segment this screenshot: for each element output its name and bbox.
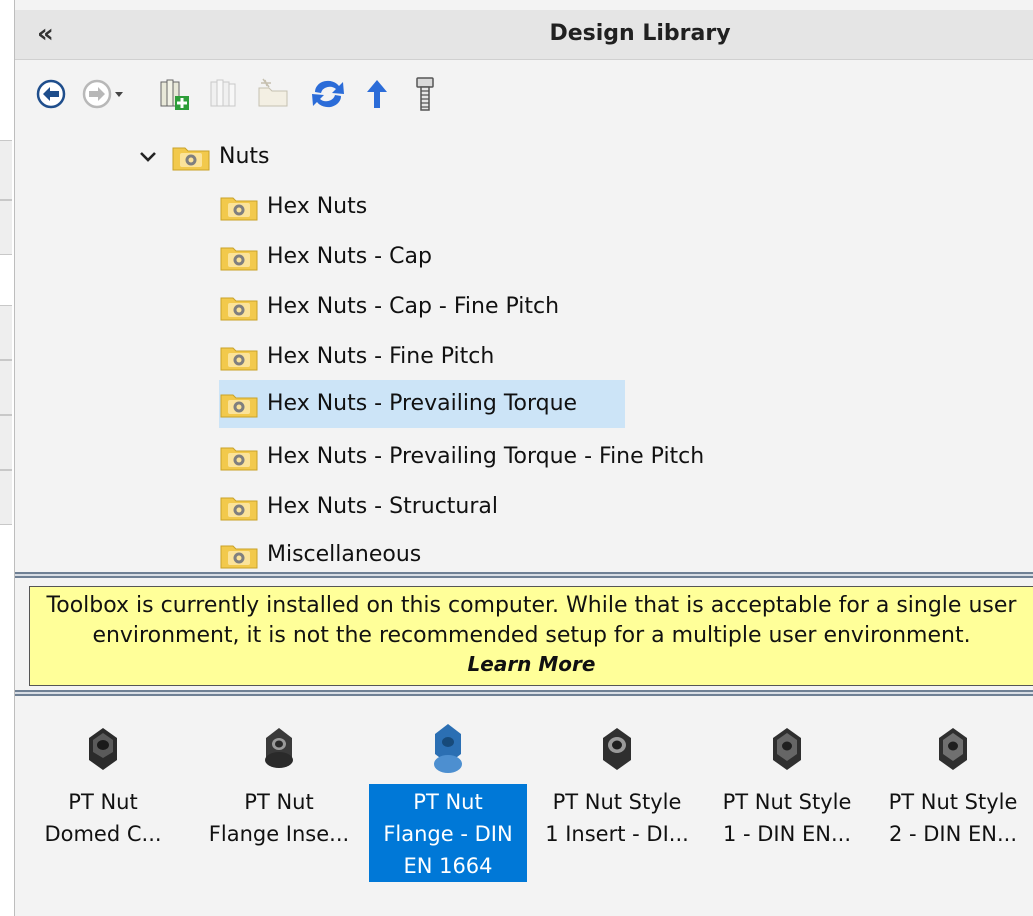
left-strip-segment	[0, 200, 12, 255]
gallery-item-pt-nut-style-1-din[interactable]: PT Nut Style 1 - DIN EN...	[707, 720, 867, 900]
gallery-splitter[interactable]	[15, 690, 1033, 696]
tree-splitter[interactable]	[15, 572, 1033, 578]
tree-item-miscellaneous[interactable]: Miscellaneous	[219, 536, 421, 570]
library-folder-icon	[220, 197, 258, 221]
toolbox-bolt-icon	[416, 77, 434, 111]
library-folder-icon	[220, 447, 258, 471]
library-folder-icon	[220, 394, 258, 418]
library-toolbar	[15, 68, 1033, 120]
library-folder-icon	[220, 545, 258, 569]
warning-text-line-2: environment, it is not the recommended s…	[92, 623, 971, 648]
expand-nuts-toggle[interactable]	[133, 142, 163, 172]
design-library-panel: « Design Library Nuts Hex Nuts Hex Nuts …	[14, 0, 1033, 916]
tree-item-hex-nuts-prevailing-torque[interactable]: Hex Nuts - Prevailing Torque	[219, 380, 625, 428]
tree-item-label: Hex Nuts	[267, 194, 368, 219]
gallery-item-caption: PT Nut Style 1 - DIN EN...	[722, 790, 852, 846]
new-folder-button[interactable]	[255, 74, 291, 114]
tree-item-hex-nuts-fine-pitch[interactable]: Hex Nuts - Fine Pitch	[219, 338, 494, 376]
library-folder-icon	[220, 247, 258, 271]
tree-item-label: Hex Nuts - Prevailing Torque - Fine Pitc…	[267, 444, 705, 469]
gallery-item-pt-nut-domed-cap[interactable]: PT Nut Domed C...	[23, 720, 183, 900]
hex-nut-thumbnail-icon	[265, 728, 293, 768]
up-folder-icon	[367, 80, 387, 108]
left-edge-strip	[0, 0, 12, 916]
left-strip-segment	[0, 305, 12, 360]
hex-nut-thumbnail-icon	[434, 724, 462, 773]
tree-item-label: Hex Nuts - Cap	[267, 244, 432, 269]
up-folder-button[interactable]	[359, 74, 395, 114]
tree-item-hex-nuts-cap[interactable]: Hex Nuts - Cap	[219, 238, 432, 276]
panel-title-bar: « Design Library	[15, 10, 1033, 60]
library-folder-icon	[220, 297, 258, 321]
library-folder-icon	[172, 147, 210, 171]
tree-item-hex-nuts-structural[interactable]: Hex Nuts - Structural	[219, 488, 498, 526]
panel-title: Design Library	[549, 21, 731, 46]
folder-tree: Nuts Hex Nuts Hex Nuts - Cap Hex Nuts - …	[15, 128, 1033, 570]
tree-item-label: Miscellaneous	[267, 542, 422, 567]
warning-text-line-1: Toolbox is currently installed on this c…	[46, 593, 1017, 618]
gallery-item-caption: PT Nut Flange - DIN EN 1664	[369, 784, 527, 882]
tree-item-label: Hex Nuts - Prevailing Torque	[267, 391, 578, 416]
new-folder-icon	[258, 78, 288, 107]
add-library-button[interactable]	[155, 74, 191, 114]
gallery-item-caption: PT Nut Flange Inse...	[208, 790, 350, 846]
chevron-down-icon	[140, 152, 156, 162]
tree-item-label: Hex Nuts - Structural	[267, 494, 498, 519]
gallery-item-caption: PT Nut Style 1 Insert - DI...	[545, 790, 689, 846]
gallery-item-pt-nut-style-2-din[interactable]: PT Nut Style 2 - DIN EN...	[873, 720, 1033, 900]
refresh-icon	[312, 80, 344, 108]
gallery-item-pt-nut-flange-insert[interactable]: PT Nut Flange Inse...	[199, 720, 359, 900]
tree-item-label: Hex Nuts - Fine Pitch	[267, 344, 495, 369]
left-strip-segment	[0, 415, 12, 470]
gallery-item-pt-nut-flange-din[interactable]: PT Nut Flange - DIN EN 1664	[369, 720, 527, 900]
forward-icon	[82, 79, 123, 109]
add-library-icon	[160, 79, 189, 110]
left-strip-segment	[0, 470, 12, 525]
learn-more-link[interactable]: Learn More	[30, 651, 1033, 677]
add-library-disabled-icon	[210, 79, 236, 107]
hex-nut-thumbnail-icon	[939, 728, 967, 770]
tree-item-hex-nuts-prevailing-torque-fine-pitch[interactable]: Hex Nuts - Prevailing Torque - Fine Pitc…	[219, 438, 704, 476]
hex-nut-thumbnail-icon	[603, 728, 631, 770]
tree-item-label: Hex Nuts - Cap - Fine Pitch	[267, 294, 560, 319]
collapse-panel-button[interactable]: «	[37, 20, 67, 50]
hex-nut-thumbnail-icon	[773, 728, 801, 770]
library-folder-icon	[220, 497, 258, 521]
part-gallery: PT Nut Domed C... PT Nut Flange Inse...	[15, 702, 1033, 916]
left-strip-segment	[0, 360, 12, 415]
gallery-item-caption: PT Nut Style 2 - DIN EN...	[888, 790, 1018, 846]
hex-nut-thumbnail-icon	[89, 728, 117, 770]
toolbox-button[interactable]	[407, 74, 443, 114]
back-button[interactable]	[33, 74, 69, 114]
gallery-item-pt-nut-style-1-insert[interactable]: PT Nut Style 1 Insert - DI...	[537, 720, 697, 900]
tree-item-hex-nuts[interactable]: Hex Nuts	[219, 188, 367, 226]
library-folder-icon	[220, 347, 258, 371]
tree-item-hex-nuts-cap-fine-pitch[interactable]: Hex Nuts - Cap - Fine Pitch	[219, 288, 559, 326]
add-library-disabled-button[interactable]	[205, 74, 241, 114]
forward-button[interactable]	[81, 74, 127, 114]
refresh-button[interactable]	[307, 74, 349, 114]
tree-item-label: Nuts	[219, 144, 270, 169]
back-icon	[36, 79, 66, 109]
gallery-item-caption: PT Nut Domed C...	[44, 790, 162, 846]
left-strip-segment	[0, 140, 12, 200]
tree-item-nuts[interactable]: Nuts	[171, 138, 270, 176]
toolbox-warning-banner: Toolbox is currently installed on this c…	[29, 586, 1033, 686]
